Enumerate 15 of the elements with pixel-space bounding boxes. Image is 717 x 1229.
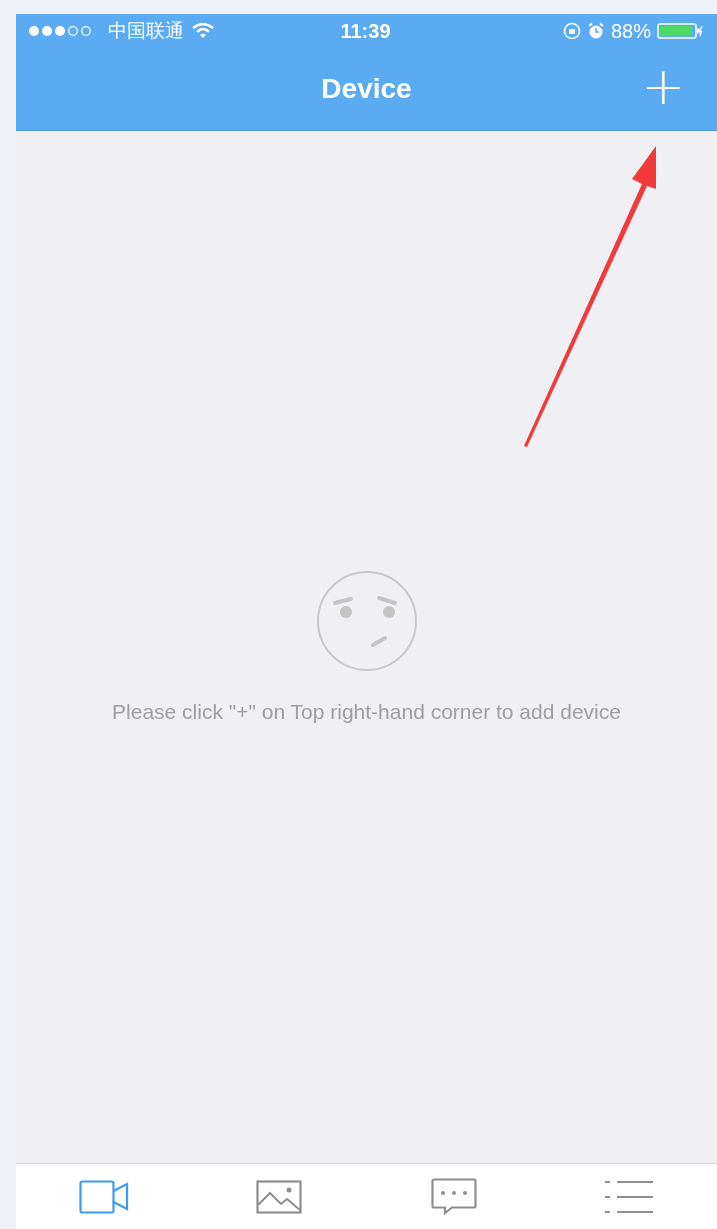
battery-percent: 88% xyxy=(610,19,651,43)
alarm-icon xyxy=(586,22,605,40)
screen-title: Device xyxy=(321,73,412,105)
list-tab-icon[interactable] xyxy=(604,1179,655,1214)
rotation-lock-icon xyxy=(562,22,581,40)
confused-face-icon xyxy=(315,570,418,672)
chat-bubble-tab-icon[interactable] xyxy=(431,1177,478,1216)
carrier-name: 中国联通 xyxy=(108,18,184,43)
status-time: 11:39 xyxy=(340,19,391,43)
battery-icon xyxy=(657,22,703,40)
wifi-icon xyxy=(192,23,214,39)
image-tab-icon[interactable] xyxy=(255,1179,302,1214)
empty-state-message: Please click "+" on Top right-hand corner to add device xyxy=(112,700,621,724)
video-camera-tab-icon[interactable] xyxy=(78,1179,129,1214)
add-button[interactable]: + xyxy=(637,60,689,112)
